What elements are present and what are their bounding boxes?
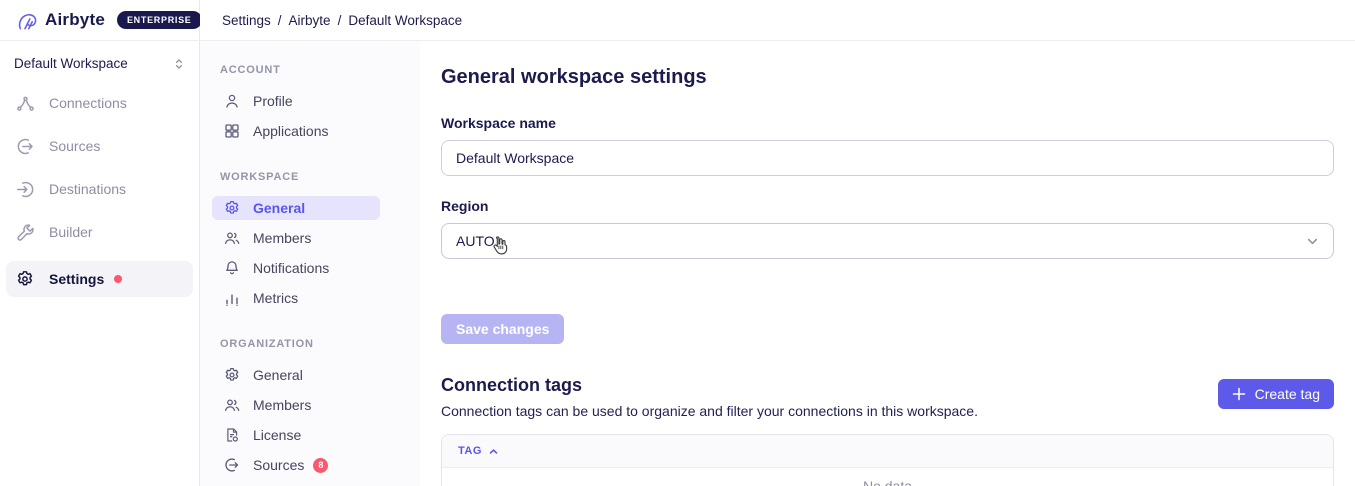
connections-icon: [16, 94, 35, 113]
gear-icon: [224, 200, 240, 216]
sidebar-item-sources[interactable]: Sources: [6, 132, 193, 160]
settings-nav-item-general[interactable]: General: [212, 196, 380, 220]
sidebar-item-label: Builder: [49, 224, 93, 240]
license-icon: [224, 427, 240, 443]
sidebar-item-destinations[interactable]: Destinations: [6, 175, 193, 203]
connection-tags-description: Connection tags can be used to organize …: [441, 403, 978, 419]
settings-nav-label: General: [253, 200, 305, 216]
sidebar-item-settings[interactable]: Settings: [6, 261, 193, 297]
section-title: ORGANIZATION: [220, 338, 400, 350]
settings-nav-label: Members: [253, 397, 311, 413]
settings-nav-item-notifications[interactable]: Notifications: [212, 256, 380, 280]
sidebar-item-label: Destinations: [49, 181, 126, 197]
settings-nav-item-org-sources[interactable]: Sources 8: [212, 453, 380, 477]
workspace-selector-label: Default Workspace: [14, 56, 128, 71]
content-row: ACCOUNT Profile: [200, 41, 1355, 486]
page-title: General workspace settings: [441, 66, 1334, 89]
region-field: Region AUTO: [441, 198, 1334, 259]
table-header-row: TAG: [442, 435, 1333, 468]
region-select-value: AUTO: [456, 233, 495, 249]
settings-nav-label: Notifications: [253, 260, 329, 276]
settings-nav-label: Applications: [253, 123, 329, 139]
destination-icon: [16, 180, 35, 199]
breadcrumb-separator: /: [338, 13, 342, 28]
settings-nav-label: License: [253, 427, 301, 443]
settings-nav-item-org-general[interactable]: General: [212, 363, 380, 387]
bar-chart-icon: [224, 290, 240, 306]
region-label: Region: [441, 198, 1334, 214]
source-icon: [16, 137, 35, 156]
airbyte-logo-icon[interactable]: [16, 9, 38, 31]
person-icon: [224, 93, 240, 109]
settings-nav-label: Metrics: [253, 290, 298, 306]
enterprise-badge: ENTERPRISE: [117, 11, 202, 29]
right-area: Settings / Airbyte / Default Workspace A…: [200, 0, 1355, 486]
plus-icon: [1232, 387, 1246, 401]
connection-tags-header: Connection tags Connection tags can be u…: [441, 375, 1334, 419]
sidebar-item-builder[interactable]: Builder: [6, 218, 193, 246]
gear-icon: [224, 367, 240, 383]
save-changes-button[interactable]: Save changes: [441, 314, 564, 344]
settings-nav-item-members[interactable]: Members: [212, 226, 380, 250]
workspace-name-field: Workspace name: [441, 115, 1334, 176]
sidebar-item-label: Settings: [49, 271, 104, 287]
settings-nav-section-workspace: WORKSPACE General: [220, 171, 400, 310]
notification-dot: [114, 275, 122, 283]
settings-nav-label: Profile: [253, 93, 293, 109]
sidebar-item-label: Sources: [49, 138, 100, 154]
chevron-updown-icon: [173, 58, 185, 70]
connection-tags-text: Connection tags Connection tags can be u…: [441, 375, 978, 419]
settings-nav-section-organization: ORGANIZATION General: [220, 338, 400, 486]
workspace-selector[interactable]: Default Workspace: [8, 48, 191, 79]
chevron-down-icon: [1306, 235, 1319, 248]
builder-icon: [16, 223, 35, 242]
breadcrumb-separator: /: [278, 13, 282, 28]
bell-icon: [224, 260, 240, 276]
grid-icon: [224, 123, 240, 139]
settings-nav-item-license[interactable]: License: [212, 423, 380, 447]
section-title: WORKSPACE: [220, 171, 400, 183]
airbyte-logo-text[interactable]: Airbyte: [45, 10, 105, 30]
sidebar-nav: Connections Sources Dest: [0, 89, 199, 297]
count-badge: 8: [313, 458, 328, 473]
breadcrumb: Settings / Airbyte / Default Workspace: [222, 13, 462, 28]
column-header-tag[interactable]: TAG: [458, 445, 482, 457]
breadcrumb-airbyte[interactable]: Airbyte: [289, 13, 331, 28]
settings-nav-item-org-members[interactable]: Members: [212, 393, 380, 417]
gear-icon: [16, 270, 35, 289]
create-tag-label: Create tag: [1255, 386, 1320, 402]
main-content: General workspace settings Workspace nam…: [420, 41, 1355, 486]
table-empty-state: No data: [442, 468, 1333, 486]
workspace-name-input[interactable]: [441, 140, 1334, 176]
connection-tags-title: Connection tags: [441, 375, 978, 396]
breadcrumb-settings[interactable]: Settings: [222, 13, 271, 28]
logo-row: Airbyte ENTERPRISE: [0, 0, 199, 41]
settings-nav: ACCOUNT Profile: [200, 41, 420, 486]
settings-nav-label: Members: [253, 230, 311, 246]
settings-nav-item-profile[interactable]: Profile: [212, 89, 380, 113]
main-sidebar: Airbyte ENTERPRISE Default Workspace Con…: [0, 0, 200, 486]
source-icon: [224, 457, 240, 473]
settings-nav-item-metrics[interactable]: Metrics: [212, 286, 380, 310]
caret-up-icon[interactable]: [488, 446, 499, 457]
people-icon: [224, 397, 240, 413]
connection-tags-table: TAG No data: [441, 434, 1334, 486]
region-select[interactable]: AUTO: [441, 223, 1334, 259]
settings-nav-label: General: [253, 367, 303, 383]
create-tag-button[interactable]: Create tag: [1218, 379, 1334, 409]
sidebar-item-label: Connections: [49, 95, 127, 111]
airbyte-app: Airbyte ENTERPRISE Default Workspace Con…: [0, 0, 1355, 486]
settings-nav-section-account: ACCOUNT Profile: [220, 64, 400, 143]
section-title: ACCOUNT: [220, 64, 400, 76]
breadcrumb-bar: Settings / Airbyte / Default Workspace: [200, 0, 1355, 41]
sidebar-item-connections[interactable]: Connections: [6, 89, 193, 117]
settings-nav-label: Sources: [253, 457, 304, 473]
workspace-name-label: Workspace name: [441, 115, 1334, 131]
breadcrumb-default-workspace[interactable]: Default Workspace: [348, 13, 462, 28]
settings-nav-item-applications[interactable]: Applications: [212, 119, 380, 143]
people-icon: [224, 230, 240, 246]
